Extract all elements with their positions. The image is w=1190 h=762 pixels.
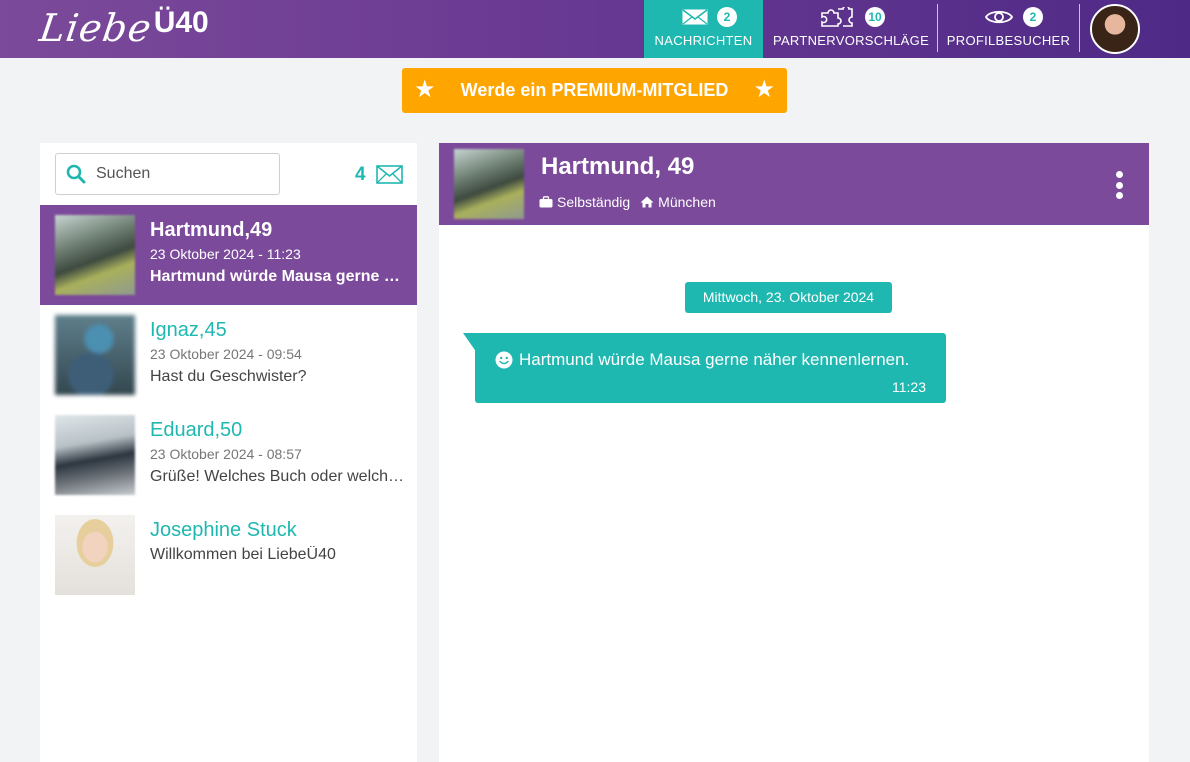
kebab-menu-icon[interactable] <box>1115 171 1123 199</box>
message-time: 11:23 <box>892 379 926 395</box>
chat-panel: Hartmund, 49 Selbständig München Mittwoc… <box>439 143 1149 762</box>
message-count: 4 <box>355 164 366 185</box>
conversation-preview: Hast du Geschwister? <box>150 368 307 385</box>
message-text: Hartmund würde Mausa gerne näher kennenl… <box>519 350 910 369</box>
conversation-preview: Grüße! Welches Buch oder welchen Film ha… <box>150 468 405 485</box>
nav-messages[interactable]: 2 NACHRICHTEN <box>644 0 763 58</box>
puzzle-icon <box>821 7 853 27</box>
conversation-list-panel: 4 Hartmund,49 23 Oktober 2024 - 11:23 Ha… <box>40 143 417 762</box>
nav-separator <box>937 4 938 52</box>
chat-partner-thumbnail[interactable] <box>454 149 524 219</box>
smiley-icon <box>495 351 513 369</box>
conversation-name: Eduard,50 <box>150 419 243 441</box>
conversation-date: 23 Oktober 2024 - 08:57 <box>150 446 302 462</box>
chat-partner-meta: Selbständig München <box>539 194 726 210</box>
conversation-preview: Willkommen bei LiebeÜ40 <box>150 546 336 563</box>
nav-messages-label: NACHRICHTEN <box>654 33 753 48</box>
conversation-item[interactable]: Ignaz,45 23 Oktober 2024 - 09:54 Hast du… <box>40 305 417 405</box>
conversation-thumbnail <box>55 415 135 495</box>
chat-header: Hartmund, 49 Selbständig München <box>439 143 1149 225</box>
top-navigation-bar: Liebe Ü40 2 NACHRICHTEN 10 PARTNERVORSCH… <box>0 0 1190 58</box>
occupation-label: Selbständig <box>557 194 631 210</box>
envelope-icon <box>682 9 707 25</box>
message-bubble: Hartmund würde Mausa gerne näher kennenl… <box>475 333 946 403</box>
conversation-date: 23 Oktober 2024 - 11:23 <box>150 246 301 262</box>
nav-visitors-label: PROFILBESUCHER <box>946 33 1071 48</box>
user-avatar[interactable] <box>1090 4 1140 54</box>
premium-label: Werde ein PREMIUM-MITGLIED <box>460 80 729 100</box>
date-divider: Mittwoch, 23. Oktober 2024 <box>685 282 892 313</box>
nav-suggestions[interactable]: 10 PARTNERVORSCHLÄGE <box>766 0 936 58</box>
visitors-badge: 2 <box>1023 7 1043 27</box>
premium-button[interactable]: ★ Werde ein PREMIUM-MITGLIED ★ <box>402 68 787 113</box>
chat-partner-name[interactable]: Hartmund, 49 <box>541 153 694 181</box>
conversation-name: Ignaz,45 <box>150 319 227 341</box>
conversation-name: Josephine Stuck <box>150 519 297 541</box>
logo-script: Liebe <box>36 6 155 50</box>
search-input[interactable] <box>96 165 266 183</box>
envelope-icon <box>376 165 403 184</box>
home-icon <box>640 196 654 208</box>
star-icon: ★ <box>753 76 775 103</box>
conversation-name: Hartmund,49 <box>150 219 273 241</box>
nav-separator <box>1079 4 1080 52</box>
search-field[interactable] <box>55 153 280 195</box>
conversation-item[interactable]: Josephine Stuck Willkommen bei LiebeÜ40 <box>40 505 417 605</box>
nav-visitors[interactable]: 2 PROFILBESUCHER <box>940 0 1077 58</box>
conversation-preview: Hartmund würde Mausa gerne näher kennenl… <box>150 268 405 285</box>
messages-badge: 2 <box>717 7 737 27</box>
suggestions-badge: 10 <box>865 7 885 27</box>
conversation-date: 23 Oktober 2024 - 09:54 <box>150 346 302 362</box>
conversation-thumbnail <box>55 515 135 595</box>
eye-icon <box>984 10 1013 24</box>
briefcase-icon <box>539 196 553 208</box>
logo-suffix: Ü40 <box>153 6 209 39</box>
search-icon <box>66 164 86 184</box>
star-icon: ★ <box>414 76 436 103</box>
city-label: München <box>658 194 716 210</box>
conversation-thumbnail <box>55 315 135 395</box>
logo[interactable]: Liebe Ü40 <box>36 4 209 50</box>
conversation-item[interactable]: Hartmund,49 23 Oktober 2024 - 11:23 Hart… <box>40 205 417 305</box>
conversation-item[interactable]: Eduard,50 23 Oktober 2024 - 08:57 Grüße!… <box>40 405 417 505</box>
nav-suggestions-label: PARTNERVORSCHLÄGE <box>772 33 930 48</box>
conversation-thumbnail <box>55 215 135 295</box>
